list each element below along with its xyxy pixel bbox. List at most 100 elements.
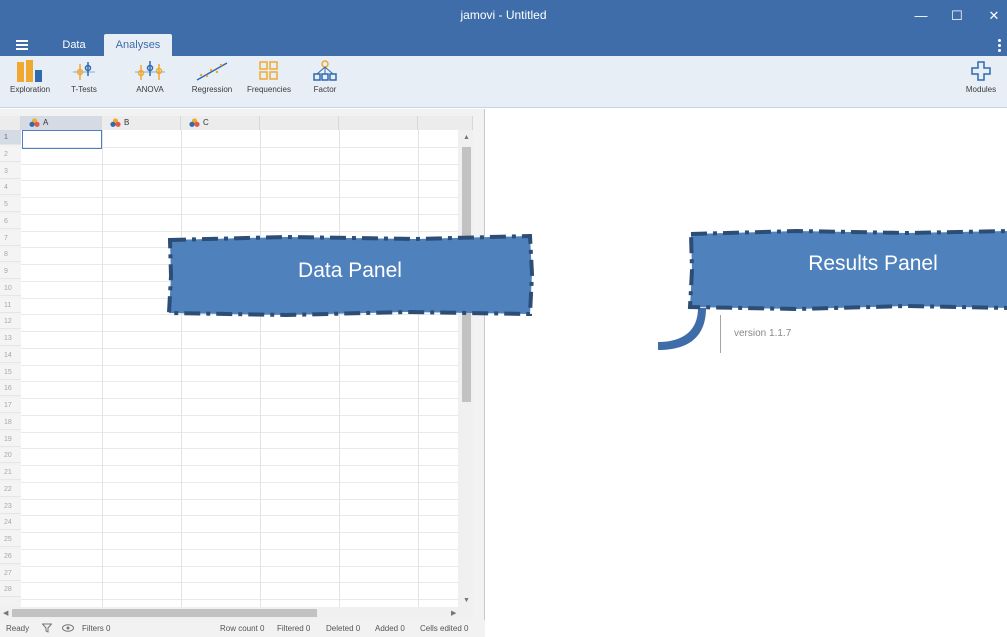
- minimize-button[interactable]: —: [908, 6, 934, 26]
- status-deleted: Deleted 0: [326, 624, 361, 633]
- regression-button[interactable]: Regression: [190, 60, 234, 104]
- horizontal-scroll-thumb[interactable]: [12, 609, 317, 617]
- nominal-variable-icon: [189, 118, 200, 128]
- selected-cell[interactable]: [22, 130, 102, 149]
- status-row-count: Row count 0: [220, 624, 265, 633]
- grid-row-line: [21, 381, 458, 383]
- row-number[interactable]: 11: [0, 297, 21, 313]
- anova-label: ANOVA: [136, 85, 164, 94]
- grid-column-line: [339, 130, 340, 607]
- grid-row-line: [21, 163, 458, 165]
- title-bar: jamovi - Untitled — ☐ ✕: [0, 0, 1007, 34]
- grid-row-line: [21, 331, 458, 332]
- data-panel-callout: Data Panel: [166, 234, 534, 318]
- row-number[interactable]: 15: [0, 364, 21, 380]
- column-header-empty[interactable]: [339, 116, 418, 130]
- column-header-empty[interactable]: [260, 116, 339, 130]
- results-panel[interactable]: [485, 114, 1007, 637]
- close-button[interactable]: ✕: [981, 6, 1007, 26]
- status-bar: Ready Filters 0 Row count 0 Filtered 0 D…: [0, 620, 485, 637]
- scroll-right-arrow-icon[interactable]: ▶: [451, 609, 456, 617]
- tab-analyses[interactable]: Analyses: [104, 34, 172, 56]
- grid-column-line: [102, 130, 103, 607]
- row-number[interactable]: 20: [0, 448, 21, 464]
- row-number[interactable]: 5: [0, 197, 21, 212]
- row-number[interactable]: 1: [0, 130, 21, 145]
- scroll-up-arrow-icon[interactable]: ▲: [463, 134, 470, 141]
- row-number[interactable]: 14: [0, 347, 21, 363]
- status-ready: Ready: [6, 624, 30, 633]
- modules-button[interactable]: Modules: [962, 60, 1000, 104]
- row-number[interactable]: 12: [0, 314, 21, 330]
- grid-row-line: [21, 431, 458, 433]
- column-label-b: B: [124, 118, 130, 127]
- window-title: jamovi - Untitled: [460, 8, 547, 22]
- row-number[interactable]: 26: [0, 548, 21, 564]
- row-number[interactable]: 10: [0, 280, 21, 296]
- column-header-b[interactable]: B: [102, 116, 181, 130]
- grid-row-line: [21, 465, 458, 466]
- frequencies-button[interactable]: Frequencies: [246, 60, 292, 104]
- jamovi-window: jamovi - Untitled — ☐ ✕ Data Analyses Ex…: [0, 0, 1007, 637]
- grid-row-line: [21, 213, 458, 215]
- scroll-left-arrow-icon[interactable]: ◀: [3, 609, 8, 617]
- row-number[interactable]: 19: [0, 431, 21, 447]
- row-number[interactable]: 6: [0, 213, 21, 229]
- exploration-label: Exploration: [10, 85, 51, 94]
- anova-button[interactable]: ANOVA: [128, 60, 172, 104]
- data-grid[interactable]: [21, 130, 458, 607]
- row-number[interactable]: 28: [0, 582, 21, 598]
- logo-divider: [720, 315, 721, 353]
- row-number[interactable]: 22: [0, 481, 21, 497]
- exploration-button[interactable]: Exploration: [10, 60, 50, 104]
- status-filtered: Filtered 0: [277, 624, 311, 633]
- row-number[interactable]: 17: [0, 398, 21, 413]
- t-tests-button[interactable]: T-Tests: [64, 60, 104, 104]
- status-added: Added 0: [375, 624, 405, 633]
- more-options-icon[interactable]: [997, 37, 1001, 53]
- row-number[interactable]: 23: [0, 498, 21, 514]
- scroll-down-arrow-icon[interactable]: ▼: [463, 597, 470, 604]
- row-number[interactable]: 13: [0, 331, 21, 346]
- eye-icon[interactable]: [62, 624, 74, 632]
- grid-row-line: [21, 364, 458, 366]
- row-number[interactable]: 21: [0, 465, 21, 480]
- grid-row-line: [21, 582, 458, 584]
- results-panel-callout-label: Results Panel: [808, 252, 938, 275]
- grid-row-line: [21, 230, 458, 232]
- row-number[interactable]: 9: [0, 264, 21, 279]
- grid-column-line: [260, 130, 261, 607]
- grid-row-line: [21, 548, 458, 550]
- row-number[interactable]: 25: [0, 532, 21, 547]
- status-cells-edited: Cells edited 0: [420, 624, 469, 633]
- data-panel-callout-label: Data Panel: [298, 259, 402, 282]
- column-label-a: A: [43, 118, 49, 127]
- nominal-variable-icon: [29, 118, 40, 128]
- column-header-c[interactable]: C: [181, 116, 260, 130]
- row-number[interactable]: 2: [0, 146, 21, 162]
- row-number[interactable]: 4: [0, 180, 21, 196]
- row-number[interactable]: 8: [0, 247, 21, 263]
- row-number[interactable]: 3: [0, 163, 21, 179]
- exploration-icon: [17, 60, 42, 82]
- tab-data[interactable]: Data: [52, 34, 96, 56]
- row-number[interactable]: 24: [0, 515, 21, 531]
- filter-icon[interactable]: [42, 623, 52, 633]
- grid-row-line: [21, 347, 458, 349]
- maximize-button[interactable]: ☐: [944, 6, 970, 26]
- factor-button[interactable]: Factor: [306, 60, 344, 104]
- row-number[interactable]: 18: [0, 414, 21, 430]
- grid-row-line: [21, 481, 458, 483]
- anova-icon: [135, 61, 165, 80]
- grid-row-line: [21, 398, 458, 399]
- row-number[interactable]: 27: [0, 565, 21, 581]
- hamburger-menu-icon[interactable]: [14, 37, 30, 53]
- grid-row-line: [21, 414, 458, 416]
- grid-column-line: [181, 130, 182, 607]
- grid-row-line: [21, 197, 458, 198]
- column-header-empty[interactable]: [418, 116, 473, 130]
- column-header-a[interactable]: A: [21, 116, 102, 130]
- version-text: version 1.1.7: [734, 328, 792, 339]
- row-number[interactable]: 7: [0, 230, 21, 246]
- row-number[interactable]: 16: [0, 381, 21, 397]
